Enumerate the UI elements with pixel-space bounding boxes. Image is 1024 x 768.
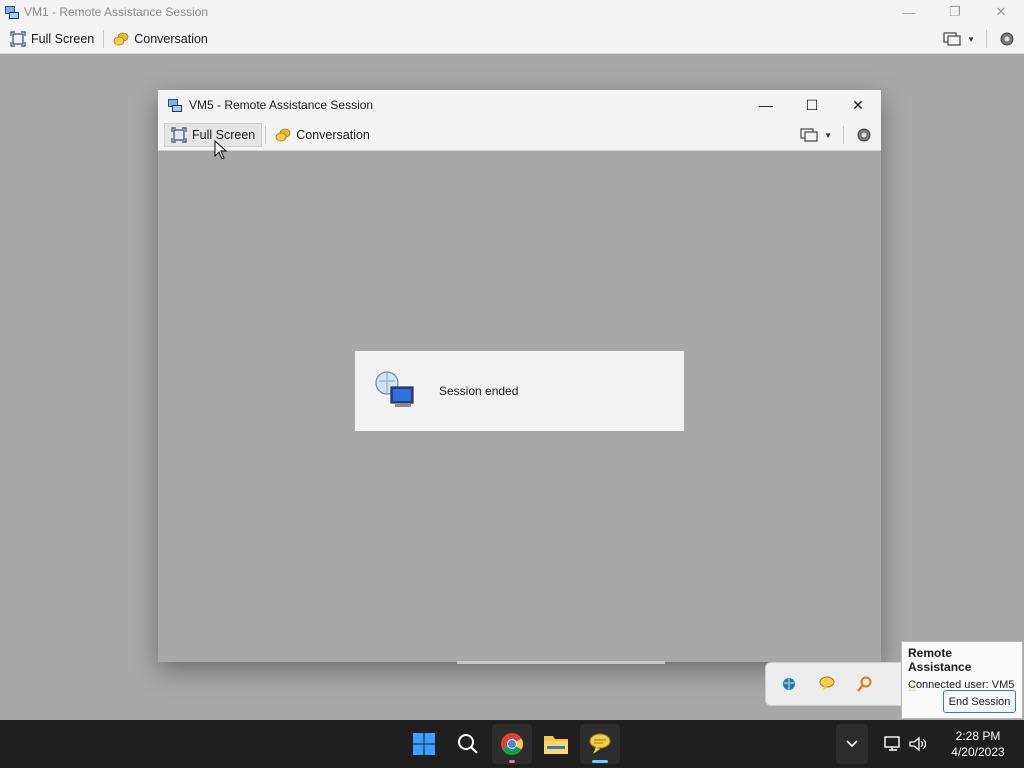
chrome-icon: [501, 733, 523, 755]
toolbar-divider: [103, 29, 105, 48]
taskbar-remote-assistance[interactable]: [580, 724, 620, 764]
inner-toolbar: Full Screen Conversation ▼: [158, 120, 881, 151]
tray-search-icon[interactable]: [854, 673, 876, 695]
remote-assistance-app-icon: [168, 99, 182, 112]
display-options-dropdown[interactable]: ▼: [792, 127, 840, 143]
remote-assistance-popup: Remote Assistance Connected user: VM5 ⚠ …: [901, 641, 1023, 719]
settings-gear-icon: [1000, 32, 1014, 46]
toolbar-divider: [986, 30, 987, 48]
full-screen-button[interactable]: Full Screen: [4, 27, 100, 51]
popup-title: Remote Assistance: [908, 646, 972, 674]
settings-gear-icon: [857, 128, 871, 142]
maximize-button[interactable]: ☐: [789, 90, 835, 120]
tray-remote-assistance-icon[interactable]: [816, 673, 838, 695]
outer-window-titlebar: VM1 - Remote Assistance Session — ❐ ✕: [0, 0, 1024, 24]
running-indicator: [509, 760, 515, 763]
full-screen-icon: [10, 30, 26, 47]
toolbar-divider: [843, 126, 844, 144]
restore-button[interactable]: ❐: [932, 0, 978, 24]
remote-computer-icon: [375, 371, 414, 407]
inner-window-titlebar: VM5 - Remote Assistance Session — ☐ ✕: [158, 90, 881, 120]
taskbar-file-explorer[interactable]: [536, 724, 576, 764]
session-ended-dialog: Session ended: [355, 351, 684, 431]
display-icon: [800, 128, 818, 142]
outer-toolbar: Full Screen Conversation ▼: [0, 24, 1024, 54]
folder-icon: [544, 736, 568, 754]
network-icon[interactable]: [882, 733, 904, 755]
end-session-button[interactable]: End Session: [943, 690, 1016, 713]
conversation-icon: [113, 32, 129, 47]
remote-assistance-app-icon: [5, 6, 19, 19]
full-screen-icon: [171, 127, 187, 143]
volume-icon[interactable]: [907, 733, 929, 755]
toolbar-divider: [265, 126, 267, 144]
window-resize-strip: [457, 661, 665, 664]
tray-overflow-flyout: [765, 662, 911, 706]
display-options-dropdown[interactable]: ▼: [935, 31, 983, 47]
minimize-button[interactable]: —: [886, 0, 932, 24]
active-indicator: [592, 760, 608, 763]
warning-icon: ⚠: [908, 683, 917, 693]
settings-button[interactable]: [847, 126, 881, 144]
clock-time: 2:28 PM: [955, 729, 1001, 743]
full-screen-label: Full Screen: [31, 31, 95, 46]
conversation-icon: [275, 128, 291, 143]
conversation-button[interactable]: Conversation: [107, 27, 214, 51]
clock-date: 4/20/2023: [951, 745, 1005, 759]
show-hidden-icons-button[interactable]: [836, 724, 868, 764]
chevron-down-icon: [846, 740, 858, 748]
taskbar: 2:28 PM 4/20/2023: [0, 720, 1024, 768]
mouse-cursor-icon: [214, 140, 228, 160]
tray-globe-icon[interactable]: [778, 673, 800, 695]
display-icon: [943, 32, 961, 46]
windows-logo-icon: [413, 733, 435, 755]
minimize-button[interactable]: —: [743, 90, 789, 120]
search-icon: [458, 734, 478, 754]
outer-window-title: VM1 - Remote Assistance Session: [24, 5, 209, 19]
conversation-label: Conversation: [134, 31, 208, 46]
system-clock[interactable]: 2:28 PM 4/20/2023: [938, 728, 1018, 760]
conversation-label: Conversation: [296, 128, 370, 142]
close-button[interactable]: ✕: [978, 0, 1024, 24]
vm5-remote-assistance-window: VM5 - Remote Assistance Session — ☐ ✕ Fu…: [158, 90, 881, 664]
close-button[interactable]: ✕: [835, 90, 881, 120]
session-status-message: Session ended: [439, 384, 519, 398]
taskbar-chrome[interactable]: [492, 724, 532, 764]
remote-assistance-icon: [589, 733, 611, 754]
settings-button[interactable]: [990, 30, 1024, 48]
inner-window-title: VM5 - Remote Assistance Session: [189, 98, 374, 112]
start-button[interactable]: [404, 724, 444, 764]
taskbar-search-button[interactable]: [448, 724, 488, 764]
conversation-button[interactable]: Conversation: [269, 123, 376, 147]
